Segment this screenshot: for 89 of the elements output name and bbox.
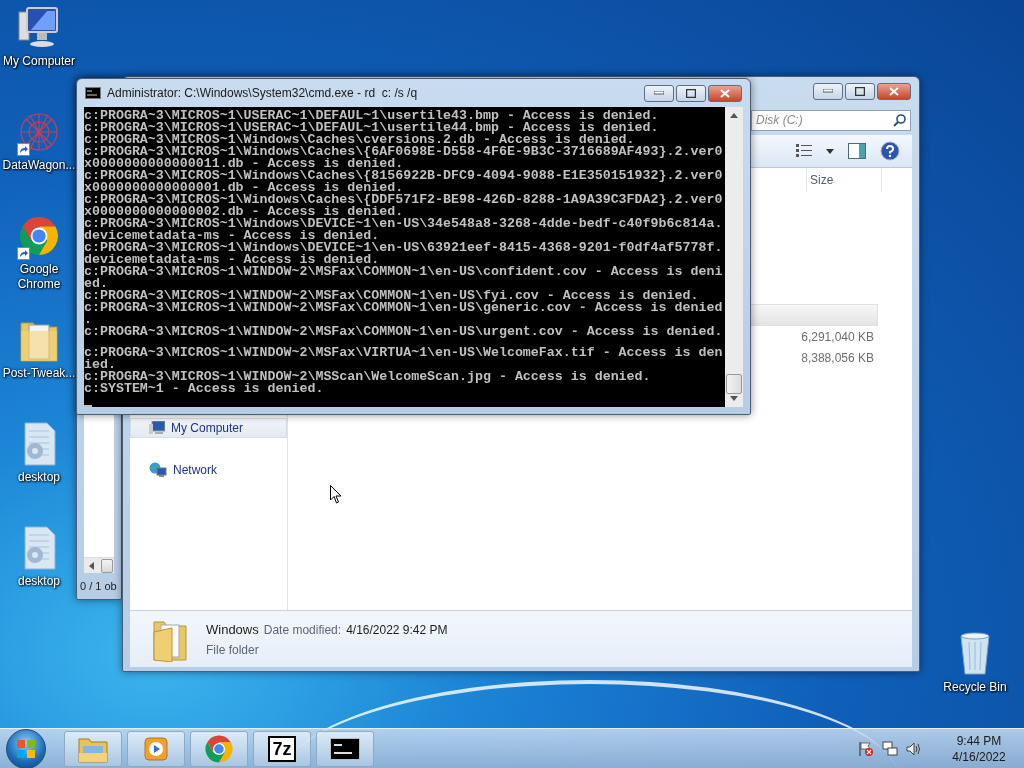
console-line: devicemetadata-ms - Access is denied. [84, 254, 380, 266]
chrome-logo-icon [204, 733, 234, 764]
console-line: c:PROGRA~3\MICROS~1\WINDOW~2\MSFax\COMMON~1\en-US\generic.cov - Access is denied [84, 302, 724, 314]
size-cell: 8,388,056 KB [801, 350, 874, 365]
maximize-button[interactable] [676, 84, 706, 102]
vertical-scrollbar[interactable] [725, 107, 743, 407]
shortcut-arrow-icon [17, 143, 30, 156]
maximize-button[interactable] [845, 82, 875, 100]
console-line: c:PROGRA~3\MICROS~1\USERAC~1\DEFAUL~1\usertile44.bmp - Access is denied. [84, 122, 660, 134]
scroll-thumb[interactable] [101, 558, 113, 573]
search-field[interactable]: Disk (C:) [751, 109, 911, 131]
minimize-icon [654, 91, 664, 95]
close-icon [720, 88, 730, 98]
dropdown-caret-icon[interactable] [826, 148, 834, 154]
console-line: c:SYSTEM~1 - Access is denied. [84, 383, 324, 396]
console-line: c:PROGRA~3\MICROS~1\Windows\DEVICE~1\en-US\63921eef-8415-4368-9201-f0df4af5778f. [84, 242, 724, 254]
item-type: File folder [206, 642, 260, 657]
console-line: c:PROGRA~3\MICROS~1\USERAC~1\DEFAUL~1\usertile43.bmp - Access is denied. [84, 110, 660, 122]
taskbar-button[interactable] [316, 730, 374, 767]
desktop-icon-label[interactable]: desktop [0, 470, 78, 485]
close-button[interactable] [708, 84, 742, 102]
console-line: c:PROGRA~3\MICROS~1\WINDOW~2\MSFax\COMMON~1\en-US\urgent.cov - Access is denied. [84, 326, 724, 338]
console-line: c:PROGRA~3\MICROS~1\Windows\Caches\cversions.2.db - Access is denied. [84, 134, 635, 146]
shortcut-arrow-icon [17, 247, 30, 260]
nav-item[interactable]: Network [130, 460, 287, 480]
desktop-icon-label[interactable]: Google Chrome [0, 262, 78, 292]
console-line: c:PROGRA~3\MICROS~1\Windows\Caches\{8156922B-DFC9-4094-9088-E1E350151932}.2.ver0 [84, 170, 724, 182]
scroll-up-icon[interactable] [730, 113, 738, 118]
window-title: Administrator: C:\Windows\System32\cmd.exe - rd c: /s /q [107, 86, 418, 100]
close-icon [889, 86, 899, 96]
text-cursor [84, 405, 92, 407]
recycle-bin-icon [957, 630, 993, 676]
speaker-icon[interactable] [906, 740, 922, 757]
console-line: c:PROGRA~3\MICROS~1\WINDOW~2\MSFax\VIRTUA~1\en-US\WelcomeFax.tif - Access is den [84, 347, 724, 360]
horizontal-scrollbar[interactable] [84, 557, 114, 573]
search-icon[interactable] [893, 113, 906, 127]
computer-icon [149, 421, 165, 435]
app-logo: 7z [268, 735, 296, 762]
console-line: c:PROGRA~3\MICROS~1\Windows\Caches\{6AF0698E-D558-4F6E-9B3C-3716689AF493}.2.ver0 [84, 146, 724, 158]
start-button[interactable] [6, 728, 46, 768]
sphere-mesh-icon [17, 110, 61, 154]
view-list-icon[interactable] [796, 144, 812, 158]
network-icon[interactable] [882, 740, 898, 757]
play-icon [143, 735, 169, 762]
close-button[interactable] [877, 82, 911, 100]
console-line: x0000000000000002.db - Access is denied. [84, 206, 404, 218]
column-header[interactable]: Size [806, 168, 882, 192]
desktop-icon-label[interactable]: Post-Tweak... [0, 366, 78, 381]
console-line: c:PROGRA~3\MICROS~1\Windows\DEVICE~1\en-US\34e548a8-3268-4dde-bedf-c40f9b6c814a. [84, 218, 724, 230]
desktop-icon-label[interactable]: My Computer [0, 54, 78, 69]
preview-pane-icon[interactable] [848, 143, 866, 159]
console-line: ed. [84, 278, 108, 290]
console-icon [85, 87, 101, 99]
maximize-icon [855, 86, 865, 96]
left-arrow-icon [89, 561, 94, 570]
help-icon[interactable] [880, 141, 900, 161]
scroll-thumb[interactable] [726, 374, 742, 394]
chrome-logo-icon [18, 215, 60, 257]
property-value: 4/16/2022 9:42 PM [346, 622, 448, 637]
minimize-button[interactable] [644, 84, 674, 102]
computer-icon [17, 6, 61, 50]
windows-logo-icon [16, 738, 36, 759]
mouse-pointer-icon [330, 485, 342, 504]
item-name: Windows [206, 621, 259, 637]
console-line: devicemetadata-ms - Access is denied. [84, 230, 380, 242]
desktop-icon-label[interactable]: Recycle Bin [936, 680, 1014, 695]
clock-time[interactable]: 9:44 PM [956, 732, 1002, 749]
console-line: x0000000000000001.db - Access is denied. [84, 182, 404, 194]
flag-icon[interactable] [858, 740, 874, 757]
network-icon [149, 462, 167, 478]
console-line: ied. [84, 359, 116, 372]
property-label: Date modified: [263, 622, 342, 637]
console-line: . [84, 314, 92, 326]
console-line: c:PROGRA~3\MICROS~1\WINDOW~2\MSFax\COMMON~1\en-US\confident.cov - Access is deni [84, 266, 724, 278]
console-line: x0000000000000011.db - Access is denied. [84, 158, 404, 170]
status-text: 0 / 1 ob [80, 580, 117, 592]
desktop-icon-label[interactable]: DataWagon... [0, 158, 78, 173]
minimize-button[interactable] [813, 82, 843, 100]
console-line: c:PROGRA~3\MICROS~1\WINDOW~2\MSFax\COMMON~1\en-US\fyi.cov - Access is denied. [84, 290, 699, 302]
size-cell: 6,291,040 KB [801, 329, 874, 344]
console-icon [330, 737, 360, 760]
clock-date[interactable]: 4/16/2022 [952, 748, 1006, 765]
nav-item[interactable]: My Computer [130, 418, 287, 438]
taskbar-button[interactable]: 7z [253, 730, 311, 767]
console-line: c:PROGRA~3\MICROS~1\Windows\Caches\{DDF571F2-BE98-426D-8288-1A9A39C3FDA2}.2.ver0 [84, 194, 724, 206]
console-line: c:PROGRA~3\MICROS~1\WINDOW~2\MSScan\WelcomeScan.jpg - Access is denied. [84, 371, 652, 384]
scroll-down-icon[interactable] [730, 396, 738, 401]
minimize-icon [823, 89, 833, 93]
maximize-icon [686, 88, 696, 98]
